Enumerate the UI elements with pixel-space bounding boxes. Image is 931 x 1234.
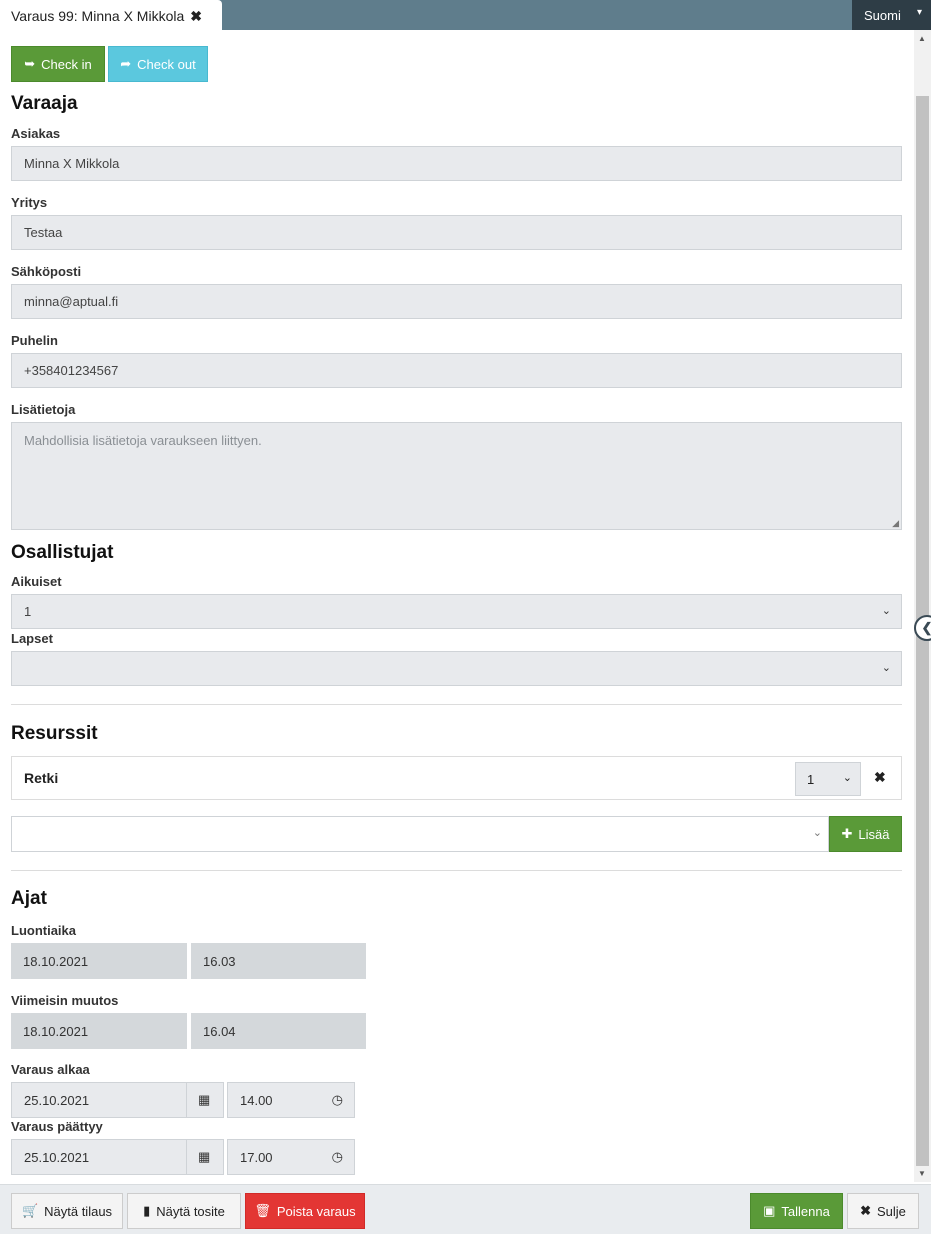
- end-calendar-button[interactable]: ▦: [186, 1139, 224, 1175]
- notes-textarea[interactable]: Mahdollisia lisätietoja varaukseen liitt…: [11, 422, 902, 530]
- adults-select[interactable]: 1 ⌄: [11, 594, 902, 629]
- calendar-icon: ▦: [198, 1149, 211, 1164]
- modified-time-field: 16.04: [191, 1013, 366, 1049]
- customer-field[interactable]: Minna X Mikkola: [11, 146, 902, 181]
- company-value: Testaa: [24, 225, 63, 240]
- start-label: Varaus alkaa: [11, 1062, 90, 1077]
- created-time: 16.03: [203, 953, 236, 969]
- remove-resource-icon[interactable]: ✖: [874, 769, 886, 786]
- email-field[interactable]: minna@aptual.fi: [11, 284, 902, 319]
- tab-title: Varaus 99: Minna X Mikkola: [11, 8, 185, 24]
- start-time-input[interactable]: 14.00 ◷: [227, 1082, 355, 1118]
- company-label: Yritys: [11, 195, 48, 210]
- plus-icon: ✚: [841, 826, 853, 841]
- modified-time: 16.04: [203, 1023, 236, 1039]
- show-receipt-button[interactable]: ▮ Näytä tosite: [127, 1193, 241, 1229]
- start-time: 14.00: [240, 1092, 273, 1108]
- modified-date-field: 18.10.2021: [11, 1013, 187, 1049]
- show-order-button[interactable]: 🛒 Näytä tilaus: [11, 1193, 123, 1229]
- company-field[interactable]: Testaa: [11, 215, 902, 250]
- show-order-label: Näytä tilaus: [44, 1203, 113, 1219]
- add-resource-button[interactable]: ✚ Lisää: [829, 816, 902, 852]
- sign-in-icon: ➥: [24, 56, 36, 71]
- chevron-down-icon: ⌄: [812, 827, 822, 839]
- cart-icon: 🛒: [21, 1203, 39, 1218]
- start-date: 25.10.2021: [24, 1092, 90, 1108]
- file-icon: ▮: [143, 1203, 151, 1218]
- resource-name: Retki: [24, 770, 59, 786]
- adults-value: 1: [24, 604, 32, 619]
- show-receipt-label: Näytä tosite: [156, 1203, 225, 1219]
- end-date-input[interactable]: 25.10.2021: [11, 1139, 187, 1175]
- language-label: Suomi: [864, 7, 901, 23]
- created-date: 18.10.2021: [23, 953, 89, 969]
- created-date-field: 18.10.2021: [11, 943, 187, 979]
- resource-qty-value: 1: [807, 771, 815, 787]
- customer-label: Asiakas: [11, 126, 61, 141]
- created-time-field: 16.03: [191, 943, 366, 979]
- check-in-label: Check in: [41, 56, 92, 72]
- save-label: Tallenna: [781, 1203, 830, 1219]
- close-tab-icon[interactable]: ✖: [190, 8, 202, 25]
- save-icon: ▣: [763, 1203, 776, 1218]
- modified-label: Viimeisin muutos: [11, 993, 119, 1008]
- start-calendar-button[interactable]: ▦: [186, 1082, 224, 1118]
- calendar-icon: ▦: [198, 1092, 211, 1107]
- resources-heading: Resurssit: [11, 723, 98, 744]
- chevron-down-icon: ▾: [916, 7, 922, 18]
- times-heading: Ajat: [11, 888, 47, 909]
- resize-handle-icon[interactable]: ◢: [892, 518, 899, 529]
- resource-picker[interactable]: ⌄: [11, 816, 829, 852]
- check-in-button[interactable]: ➥ Check in: [11, 46, 105, 82]
- booking-tab[interactable]: Varaus 99: Minna X Mikkola ✖: [0, 0, 222, 32]
- end-time: 17.00: [240, 1149, 273, 1165]
- trash-icon: 🗑: [254, 1203, 271, 1218]
- end-label: Varaus päättyy: [11, 1119, 103, 1134]
- scroll-up-icon[interactable]: ▲: [918, 34, 926, 43]
- close-icon: ✖: [860, 1203, 871, 1218]
- email-label: Sähköposti: [11, 264, 82, 279]
- language-select[interactable]: Suomi ▾: [852, 0, 931, 30]
- delete-label: Poista varaus: [276, 1203, 356, 1219]
- footer-bar: 🛒 Näytä tilaus ▮ Näytä tosite 🗑 Poista v…: [0, 1184, 931, 1234]
- children-label: Lapset: [11, 631, 53, 646]
- scrollbar[interactable]: ▲ ▼: [914, 30, 931, 1182]
- notes-placeholder: Mahdollisia lisätietoja varaukseen liitt…: [24, 433, 262, 448]
- adults-label: Aikuiset: [11, 574, 62, 589]
- children-select[interactable]: ⌄: [11, 651, 902, 686]
- sign-out-icon: ➦: [120, 56, 132, 71]
- delete-booking-button[interactable]: 🗑 Poista varaus: [245, 1193, 365, 1229]
- check-out-button[interactable]: ➦ Check out: [108, 46, 208, 82]
- email-value: minna@aptual.fi: [24, 294, 119, 309]
- divider: [11, 704, 902, 705]
- phone-label: Puhelin: [11, 333, 58, 348]
- close-label: Sulje: [876, 1203, 906, 1219]
- end-date: 25.10.2021: [24, 1149, 90, 1165]
- created-label: Luontiaika: [11, 923, 77, 938]
- chevron-down-icon: ⌄: [881, 662, 891, 674]
- participants-heading: Osallistujat: [11, 542, 114, 563]
- resource-qty-select[interactable]: 1 ⌄: [795, 762, 861, 796]
- clock-icon[interactable]: ◷: [332, 1092, 343, 1108]
- customer-value: Minna X Mikkola: [24, 156, 120, 171]
- start-date-input[interactable]: 25.10.2021: [11, 1082, 187, 1118]
- notes-label: Lisätietoja: [11, 402, 76, 417]
- modified-date: 18.10.2021: [23, 1023, 89, 1039]
- scroll-down-icon[interactable]: ▼: [918, 1169, 926, 1178]
- chevron-down-icon: ⌄: [842, 772, 852, 784]
- save-button[interactable]: ▣ Tallenna: [750, 1193, 843, 1229]
- close-button[interactable]: ✖ Sulje: [847, 1193, 919, 1229]
- divider: [11, 870, 902, 871]
- check-out-label: Check out: [137, 56, 196, 72]
- clock-icon[interactable]: ◷: [332, 1149, 343, 1165]
- resource-row: Retki 1 ⌄ ✖: [11, 756, 902, 800]
- phone-field[interactable]: +358401234567: [11, 353, 902, 388]
- chevron-down-icon: ⌄: [881, 605, 891, 617]
- end-time-input[interactable]: 17.00 ◷: [227, 1139, 355, 1175]
- phone-value: +358401234567: [24, 363, 119, 378]
- booker-heading: Varaaja: [11, 93, 78, 114]
- add-label: Lisää: [858, 826, 890, 842]
